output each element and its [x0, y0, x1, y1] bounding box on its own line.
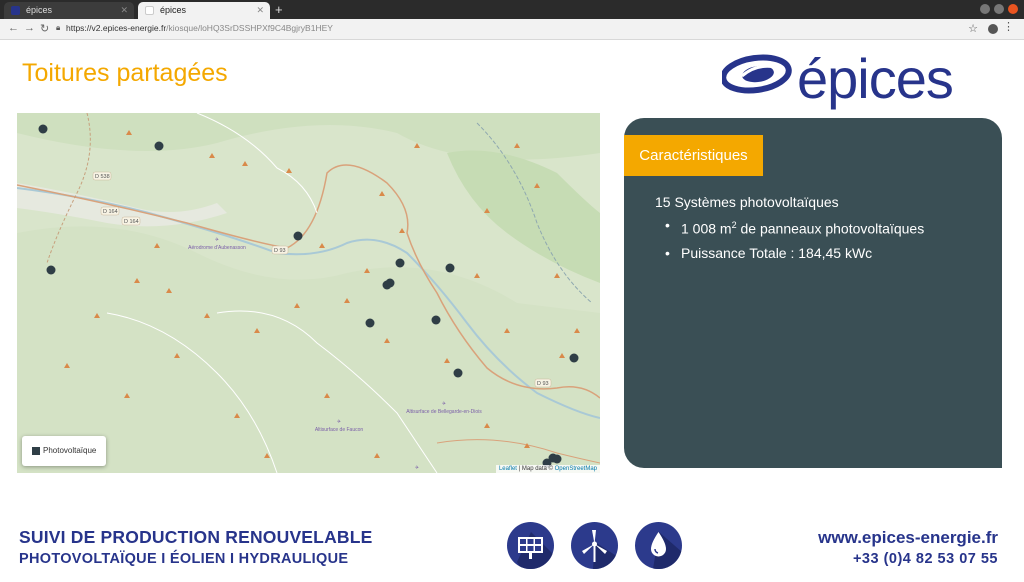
address-bar: ← → ↻ 🔒︎ https://v2.epices-energie.fr/ki…: [0, 19, 1024, 40]
airfield-icon: ✈: [337, 419, 341, 425]
url-path: /kiosque/loHQ3SrDSSHPXf9C4BgjryB1HEY: [166, 23, 333, 33]
legend-swatch: [32, 447, 40, 455]
road-label: D 93: [274, 248, 286, 254]
map[interactable]: D 538 D 164 D 164 D 93 D 93 ✈ Aérodrome …: [17, 113, 600, 473]
road-label: D 164: [103, 209, 118, 215]
list-item: • 1 008 m2 de panneaux photovoltaïques: [665, 216, 924, 238]
site-favicon-icon: [11, 6, 20, 15]
leaflet-link[interactable]: Leaflet: [499, 466, 517, 472]
url-host: https://v2.epices-energie.fr: [66, 23, 167, 33]
bullet: •: [665, 244, 670, 261]
pv-marker[interactable]: [552, 454, 562, 464]
road-label: D 538: [95, 174, 110, 180]
road-label: D 93: [537, 381, 549, 387]
site-favicon-icon: [145, 6, 154, 15]
tab-title: épices: [26, 5, 53, 15]
minimize-icon[interactable]: [980, 4, 990, 14]
footer-icons: [507, 522, 682, 569]
footer-line1: SUIVI DE PRODUCTION RENOUVELABLE: [19, 527, 373, 547]
pv-marker[interactable]: [395, 258, 405, 268]
tab-close-icon[interactable]: ✕: [120, 2, 128, 19]
solar-panel-icon: [507, 522, 554, 569]
pv-marker[interactable]: [569, 353, 579, 363]
pv-marker[interactable]: [293, 231, 303, 241]
account-icon[interactable]: [988, 24, 998, 34]
tab-title: épices: [160, 5, 187, 15]
menu-icon[interactable]: ⋮: [1003, 21, 1014, 33]
back-icon[interactable]: ←: [8, 22, 19, 34]
road-label: D 164: [124, 219, 139, 225]
pv-marker[interactable]: [453, 368, 463, 378]
forward-icon[interactable]: →: [24, 22, 35, 34]
map-attribution: Leaflet | Map data © OpenStreetMap: [495, 465, 600, 473]
new-tab-icon[interactable]: +: [275, 1, 283, 18]
pv-marker[interactable]: [38, 124, 48, 134]
footer-line2: PHOTOVOLTAÏQUE I ÉOLIEN I HYDRAULIQUE: [19, 551, 349, 567]
pv-marker[interactable]: [431, 315, 441, 325]
wind-turbine-icon: [571, 522, 618, 569]
place-label: Aérodrome d'Aubenasson: [188, 245, 246, 251]
total-power: Puissance Totale : 184,45 kWc: [681, 244, 873, 261]
logo-swirl-icon: [720, 54, 792, 94]
characteristics-panel: Caractéristiques 15 Systèmes photovoltaï…: [624, 118, 1002, 468]
footer-contact: www.epices-energie.fr +33 (0)4 82 53 07 …: [818, 528, 998, 567]
list-item: • Puissance Totale : 184,45 kWc: [665, 244, 924, 262]
place-label: Altisurface de Bellegarde-en-Diois: [406, 409, 482, 415]
lock-icon[interactable]: 🔒︎: [56, 23, 60, 33]
phone-number: +33 (0)4 82 53 07 55: [852, 551, 998, 567]
pv-marker[interactable]: [154, 141, 164, 151]
browser-tab[interactable]: épices ✕: [4, 2, 134, 19]
map-tiles: D 538 D 164 D 164 D 93 D 93 ✈ Aérodrome …: [17, 113, 600, 473]
url-field[interactable]: https://v2.epices-energie.fr/kiosque/loH…: [66, 23, 333, 33]
browser-tab-active[interactable]: épices ✕: [138, 2, 270, 19]
epices-logo: épices: [720, 47, 1002, 112]
area-label: de panneaux photovoltaïques: [736, 220, 925, 237]
osm-link[interactable]: OpenStreetMap: [555, 466, 597, 472]
bullet: •: [665, 217, 670, 233]
systems-count: 15 Systèmes photovoltaïques: [655, 194, 839, 210]
airfield-icon: ✈: [215, 237, 219, 243]
place-label: Altisurface de Faucon: [315, 427, 364, 433]
reload-icon[interactable]: ↻: [40, 22, 49, 35]
browser-tab-bar: épices ✕ épices ✕ +: [0, 0, 1024, 19]
airfield-icon: ✈: [442, 401, 446, 407]
panel-tag: Caractéristiques: [624, 135, 763, 176]
window-controls: [980, 4, 1018, 14]
legend-label: Photovoltaïque: [43, 446, 97, 455]
airfield-icon: ✈: [415, 465, 419, 471]
pv-marker[interactable]: [46, 265, 56, 275]
pv-marker[interactable]: [445, 263, 455, 273]
pv-marker[interactable]: [365, 318, 375, 328]
footer-tagline: SUIVI DE PRODUCTION RENOUVELABLE PHOTOVO…: [19, 527, 373, 567]
panel-body: 15 Systèmes photovoltaïques • 1 008 m2 de…: [655, 194, 924, 268]
area-value: 1 008 m: [681, 220, 732, 237]
characteristics-list: • 1 008 m2 de panneaux photovoltaïques • P…: [655, 216, 924, 262]
logo-text: épices: [797, 47, 954, 110]
attribution-text: | Map data ©: [516, 466, 555, 472]
page-title: Toitures partagées: [22, 59, 228, 87]
tab-close-icon[interactable]: ✕: [256, 2, 264, 19]
water-drop-icon: [635, 522, 682, 569]
window-close-icon[interactable]: [1008, 4, 1018, 14]
map-legend: Photovoltaïque: [22, 436, 106, 466]
website-link[interactable]: www.epices-energie.fr: [818, 528, 998, 548]
pv-marker[interactable]: [382, 280, 392, 290]
maximize-icon[interactable]: [994, 4, 1004, 14]
bookmark-star-icon[interactable]: ☆: [968, 22, 978, 35]
